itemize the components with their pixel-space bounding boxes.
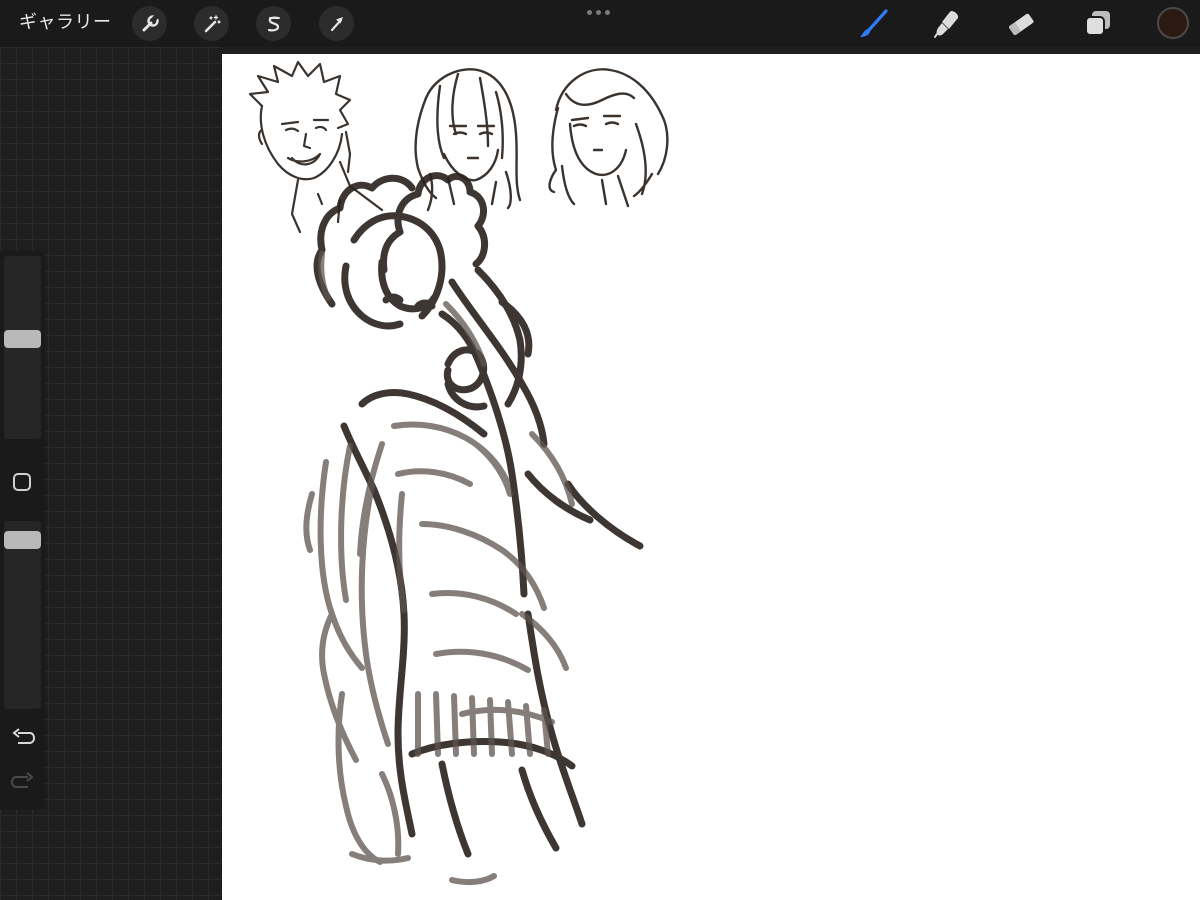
- smudge-tool[interactable]: [930, 7, 964, 41]
- wrench-icon: [140, 13, 160, 34]
- brush-tool[interactable]: [856, 7, 890, 41]
- top-toolbar: ギャラリー: [0, 0, 1200, 47]
- adjustments-button[interactable]: [194, 6, 229, 41]
- brush-size-thumb[interactable]: [4, 330, 41, 348]
- undo-button[interactable]: [10, 727, 36, 749]
- undo-arrow-icon: [10, 728, 36, 753]
- left-sidebar: [0, 251, 45, 810]
- magic-wand-icon: [202, 14, 222, 34]
- actions-button[interactable]: [132, 6, 167, 41]
- sketch-head-man: [248, 60, 384, 234]
- smudge-finger-icon: [931, 8, 963, 40]
- modify-button[interactable]: [13, 473, 31, 491]
- paintbrush-icon: [857, 8, 889, 40]
- window-grip[interactable]: [587, 10, 610, 15]
- selection-s-icon: [264, 14, 284, 34]
- opacity-slider[interactable]: [4, 521, 41, 709]
- gallery-button[interactable]: ギャラリー: [19, 10, 112, 36]
- redo-arrow-icon: [10, 772, 36, 797]
- eraser-tool[interactable]: [1004, 7, 1038, 41]
- redo-button[interactable]: [10, 771, 36, 793]
- selection-button[interactable]: [256, 6, 291, 41]
- layers-icon: [1082, 8, 1114, 40]
- sketch-head-girl-2: [548, 68, 669, 208]
- arrow-cursor-icon: [327, 14, 347, 34]
- color-button[interactable]: [1157, 7, 1189, 39]
- layers-button[interactable]: [1081, 7, 1115, 41]
- drawing-canvas[interactable]: [222, 54, 1200, 900]
- transform-button[interactable]: [319, 6, 354, 41]
- sketch-drawing: [248, 60, 669, 886]
- brush-size-slider[interactable]: [4, 256, 41, 439]
- eraser-icon: [1005, 8, 1037, 40]
- opacity-thumb[interactable]: [4, 531, 41, 549]
